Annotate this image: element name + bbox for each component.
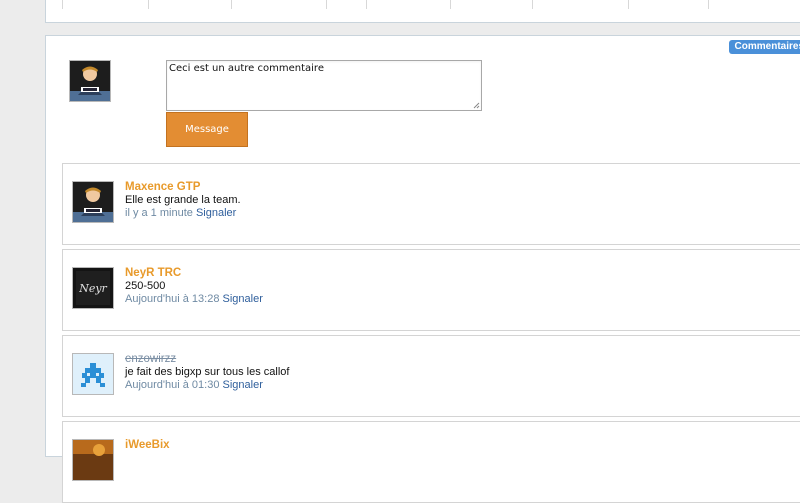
- comment-body: enzowirzz je fait des bigxp sur tous les…: [125, 353, 289, 392]
- comment-body: iWeeBix: [125, 439, 170, 452]
- comment-author[interactable]: iWeeBix: [125, 439, 170, 452]
- comment-time: il y a 1 minute: [125, 207, 193, 219]
- send-message-button[interactable]: Message: [166, 112, 248, 147]
- strip-divider: [62, 0, 63, 9]
- comment-meta: il y a 1 minute Signaler: [125, 207, 241, 220]
- previous-panel-strip: [45, 0, 800, 23]
- strip-divider: [450, 0, 451, 9]
- strip-divider: [326, 0, 327, 9]
- comment-avatar[interactable]: [72, 353, 114, 395]
- comment-item: enzowirzz je fait des bigxp sur tous les…: [62, 335, 800, 417]
- comment-author[interactable]: NeyR TRC: [125, 267, 263, 280]
- strip-divider: [231, 0, 232, 9]
- comment-meta: Aujourd'hui à 01:30 Signaler: [125, 379, 289, 392]
- comment-avatar[interactable]: [72, 439, 114, 481]
- comment-text: je fait des bigxp sur tous les callof: [125, 366, 290, 378]
- pixel-invader-icon: [73, 354, 113, 394]
- comment-body: NeyR TRC 250-500 Aujourd'hui à 13:28 Sig…: [125, 267, 263, 306]
- comment-item: Maxence GTP Elle est grande la team. il …: [62, 163, 800, 245]
- comments-panel: Commentaires Ceci est un autre commentai…: [45, 35, 800, 503]
- comment-textarea-value: Ceci est un autre commentaire: [169, 63, 324, 74]
- strip-divider: [708, 0, 709, 9]
- cartoon-avatar-icon: [73, 182, 113, 222]
- report-link[interactable]: Signaler: [223, 379, 263, 391]
- comment-item: Neyr NeyR TRC 250-500 Aujourd'hui à 13:2…: [62, 249, 800, 331]
- comment-time: Aujourd'hui à 01:30: [125, 379, 220, 391]
- game-art-avatar-icon: [73, 440, 113, 480]
- comment-meta: Aujourd'hui à 13:28 Signaler: [125, 293, 263, 306]
- comment-avatar[interactable]: Neyr: [72, 267, 114, 309]
- strip-divider: [366, 0, 367, 9]
- strip-divider: [532, 0, 533, 9]
- svg-text:Neyr: Neyr: [78, 282, 107, 295]
- report-link[interactable]: Signaler: [223, 293, 263, 305]
- comment-textarea[interactable]: Ceci est un autre commentaire: [166, 60, 482, 111]
- comment-author[interactable]: Maxence GTP: [125, 181, 241, 194]
- comment-time: Aujourd'hui à 13:28: [125, 293, 220, 305]
- comment-author[interactable]: enzowirzz: [125, 353, 289, 366]
- comment-body: Maxence GTP Elle est grande la team. il …: [125, 181, 241, 220]
- strip-divider: [148, 0, 149, 9]
- comment-avatar[interactable]: [72, 181, 114, 223]
- comments-tab-label[interactable]: Commentaires: [728, 40, 800, 54]
- current-user-avatar: [69, 60, 111, 102]
- cartoon-avatar-icon: [70, 61, 110, 101]
- strip-divider: [628, 0, 629, 9]
- comment-item: iWeeBix: [62, 421, 800, 503]
- resize-grip-icon[interactable]: [473, 102, 480, 109]
- report-link[interactable]: Signaler: [196, 207, 236, 219]
- neyr-logo-icon: Neyr: [73, 268, 113, 308]
- comment-text: 250-500: [125, 280, 166, 292]
- comment-text: Elle est grande la team.: [125, 194, 241, 206]
